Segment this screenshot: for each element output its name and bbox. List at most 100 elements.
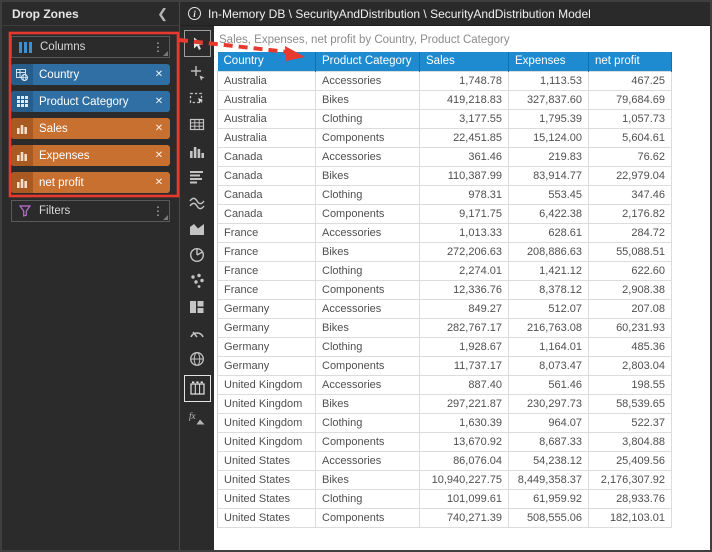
remove-field-icon[interactable]: ✕ bbox=[148, 172, 170, 193]
gauge-item-icon[interactable] bbox=[185, 323, 209, 343]
column-header-sales[interactable]: Sales bbox=[420, 52, 509, 71]
collapse-panel-icon[interactable]: ❮ bbox=[154, 6, 171, 22]
cell-value: 522.37 bbox=[589, 413, 672, 432]
cell-country: Canada bbox=[218, 166, 316, 185]
field-pill-country[interactable]: Country ✕ bbox=[11, 64, 170, 85]
line-chart-item-icon[interactable] bbox=[185, 193, 209, 213]
dimension-icon bbox=[11, 91, 33, 112]
cell-product-category: Accessories bbox=[316, 451, 420, 470]
resize-grip-icon[interactable] bbox=[163, 215, 168, 220]
cell-value: 1,795.39 bbox=[509, 109, 589, 128]
pie-chart-item-icon[interactable] bbox=[185, 245, 209, 265]
table-row[interactable]: AustraliaAccessories1,748.781,113.53467.… bbox=[218, 71, 672, 90]
crosshair-tool-icon[interactable] bbox=[185, 63, 209, 83]
cell-value: 740,271.39 bbox=[420, 508, 509, 527]
cell-country: United States bbox=[218, 489, 316, 508]
table-row[interactable]: United KingdomAccessories887.40561.46198… bbox=[218, 375, 672, 394]
cell-product-category: Bikes bbox=[316, 318, 420, 337]
field-pill-net-profit[interactable]: net profit ✕ bbox=[11, 172, 170, 193]
cell-value: 553.45 bbox=[509, 185, 589, 204]
table-row[interactable]: United StatesBikes10,940,227.758,449,358… bbox=[218, 470, 672, 489]
cell-value: 58,539.65 bbox=[589, 394, 672, 413]
cell-value: 5,604.61 bbox=[589, 128, 672, 147]
filter-funnel-icon bbox=[19, 205, 31, 217]
table-row[interactable]: FranceComponents12,336.768,378.122,908.3… bbox=[218, 280, 672, 299]
cell-value: 485.36 bbox=[589, 337, 672, 356]
pointer-tool-icon[interactable] bbox=[184, 30, 211, 57]
item-toolbar: fx bbox=[180, 26, 214, 550]
cell-product-category: Clothing bbox=[316, 413, 420, 432]
field-pill-product-category[interactable]: Product Category ✕ bbox=[11, 91, 170, 112]
formula-item-icon[interactable]: fx bbox=[185, 408, 209, 428]
remove-field-icon[interactable]: ✕ bbox=[148, 118, 170, 139]
cell-value: 1,113.53 bbox=[509, 71, 589, 90]
column-header-product-category[interactable]: Product Category bbox=[316, 52, 420, 71]
funnel-chart-item-icon[interactable] bbox=[185, 167, 209, 187]
table-row[interactable]: United StatesAccessories86,076.0454,238.… bbox=[218, 451, 672, 470]
bar-chart-item-icon[interactable] bbox=[185, 141, 209, 161]
selection-tool-icon[interactable] bbox=[185, 89, 209, 109]
data-source-breadcrumb: In-Memory DB \ SecurityAndDistribution \… bbox=[208, 7, 591, 21]
cell-value: 887.40 bbox=[420, 375, 509, 394]
cell-value: 101,099.61 bbox=[420, 489, 509, 508]
column-header-net-profit[interactable]: net profit bbox=[589, 52, 672, 71]
filters-zone-header[interactable]: Filters ⋮ bbox=[11, 200, 170, 222]
cell-value: 467.25 bbox=[589, 71, 672, 90]
cell-country: United States bbox=[218, 451, 316, 470]
field-pill-expenses[interactable]: Expenses ✕ bbox=[11, 145, 170, 166]
table-row[interactable]: CanadaAccessories361.46219.8376.62 bbox=[218, 147, 672, 166]
cell-value: 86,076.04 bbox=[420, 451, 509, 470]
table-row[interactable]: GermanyComponents11,737.178,073.472,803.… bbox=[218, 356, 672, 375]
table-row[interactable]: AustraliaBikes419,218.83327,837.6079,684… bbox=[218, 90, 672, 109]
map-item-icon[interactable] bbox=[185, 349, 209, 369]
table-row[interactable]: GermanyBikes282,767.17216,763.0860,231.9… bbox=[218, 318, 672, 337]
table-row[interactable]: FranceBikes272,206.63208,886.6355,088.51 bbox=[218, 242, 672, 261]
cell-country: France bbox=[218, 223, 316, 242]
field-pill-sales[interactable]: Sales ✕ bbox=[11, 118, 170, 139]
cell-value: 12,336.76 bbox=[420, 280, 509, 299]
table-row[interactable]: FranceAccessories1,013.33628.61284.72 bbox=[218, 223, 672, 242]
cell-value: 22,979.04 bbox=[589, 166, 672, 185]
field-pill-label: Product Category bbox=[33, 91, 148, 112]
table-row[interactable]: United KingdomComponents13,670.928,687.3… bbox=[218, 432, 672, 451]
table-row[interactable]: GermanyAccessories849.27512.07207.08 bbox=[218, 299, 672, 318]
table-row[interactable]: CanadaComponents9,171.756,422.382,176.82 bbox=[218, 204, 672, 223]
cell-product-category: Clothing bbox=[316, 109, 420, 128]
card-item-icon[interactable] bbox=[185, 297, 209, 317]
area-chart-item-icon[interactable] bbox=[185, 219, 209, 239]
columns-field-list: Country ✕ Product Category ✕ Sales ✕ bbox=[11, 64, 170, 193]
grid-item-icon[interactable] bbox=[184, 375, 211, 402]
table-row[interactable]: United KingdomClothing1,630.39964.07522.… bbox=[218, 413, 672, 432]
columns-zone-header[interactable]: Columns ⋮ bbox=[11, 36, 170, 58]
table-row[interactable]: GermanyClothing1,928.671,164.01485.36 bbox=[218, 337, 672, 356]
column-header-country[interactable]: Country bbox=[218, 52, 316, 71]
field-pill-label: Expenses bbox=[33, 145, 148, 166]
svg-text:fx: fx bbox=[189, 411, 196, 421]
table-item-icon[interactable] bbox=[185, 115, 209, 135]
cell-country: France bbox=[218, 261, 316, 280]
scatter-chart-item-icon[interactable] bbox=[185, 271, 209, 291]
remove-field-icon[interactable]: ✕ bbox=[148, 145, 170, 166]
remove-field-icon[interactable]: ✕ bbox=[148, 91, 170, 112]
column-header-expenses[interactable]: Expenses bbox=[509, 52, 589, 71]
table-row[interactable]: United StatesClothing101,099.6161,959.92… bbox=[218, 489, 672, 508]
data-grid: Country Product Category Sales Expenses … bbox=[217, 52, 672, 528]
table-row[interactable]: United KingdomBikes297,221.87230,297.735… bbox=[218, 394, 672, 413]
cell-product-category: Components bbox=[316, 356, 420, 375]
table-row[interactable]: CanadaBikes110,387.9983,914.7722,979.04 bbox=[218, 166, 672, 185]
table-row[interactable]: CanadaClothing978.31553.45347.46 bbox=[218, 185, 672, 204]
cell-value: 628.61 bbox=[509, 223, 589, 242]
remove-field-icon[interactable]: ✕ bbox=[148, 64, 170, 85]
cell-product-category: Bikes bbox=[316, 242, 420, 261]
cell-value: 272,206.63 bbox=[420, 242, 509, 261]
cell-value: 978.31 bbox=[420, 185, 509, 204]
table-row[interactable]: AustraliaComponents22,451.8515,124.005,6… bbox=[218, 128, 672, 147]
table-row[interactable]: United StatesComponents740,271.39508,555… bbox=[218, 508, 672, 527]
table-row[interactable]: FranceClothing2,274.011,421.12622.60 bbox=[218, 261, 672, 280]
table-row[interactable]: AustraliaClothing3,177.551,795.391,057.7… bbox=[218, 109, 672, 128]
resize-grip-icon[interactable] bbox=[163, 51, 168, 56]
cell-country: United States bbox=[218, 470, 316, 489]
table-body: AustraliaAccessories1,748.781,113.53467.… bbox=[218, 71, 672, 527]
cell-country: United States bbox=[218, 508, 316, 527]
cell-country: Australia bbox=[218, 109, 316, 128]
